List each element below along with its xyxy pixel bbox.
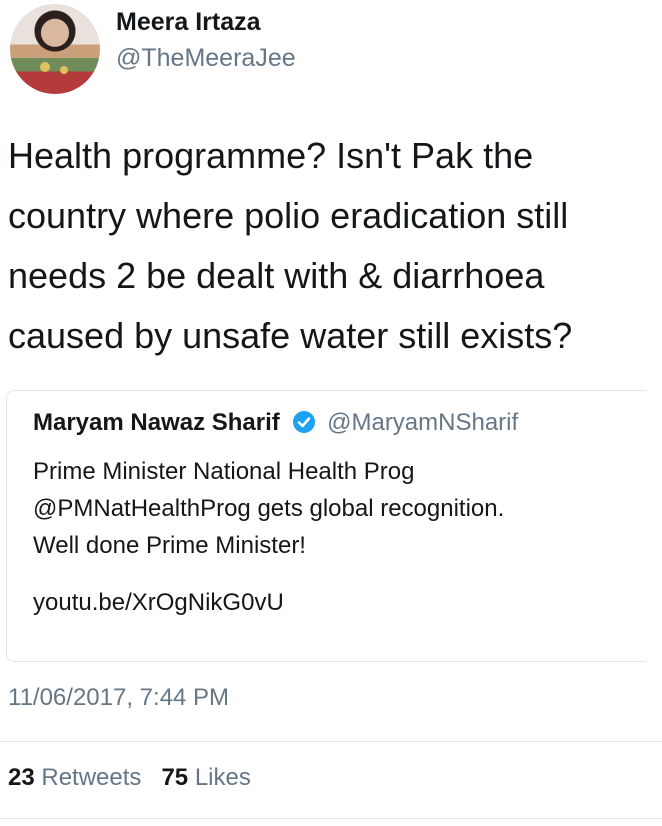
retweets-label: Retweets [41,764,142,791]
divider [0,818,662,819]
quoted-author-name: Maryam Nawaz Sharif [33,409,280,436]
tweet-text: Health programme? Isn't Pak the country … [8,126,648,366]
quoted-tweet-text: Prime Minister National Health Prog @PMN… [33,453,633,564]
tweet-stats: 23 Retweets 75 Likes [8,764,251,792]
avatar-detail [60,66,68,74]
retweets-stat[interactable]: 23 Retweets [8,764,148,791]
likes-count: 75 [161,764,189,791]
retweets-count: 23 [8,764,35,791]
quoted-tweet-header: Maryam Nawaz Sharif @MaryamNSharif [33,409,518,437]
quoted-author-handle: @MaryamNSharif [327,409,519,436]
verified-badge-icon [293,411,316,433]
quoted-tweet-line: Prime Minister National Health Prog [33,458,415,485]
likes-label: Likes [194,764,251,791]
quoted-tweet-link[interactable]: youtu.be/XrOgNikG0vU [33,589,284,617]
divider [0,741,662,742]
tweet-line: country where polio eradication still [8,195,569,236]
quoted-tweet-line: @PMNatHealthProg gets global recognition… [33,495,505,522]
tweet-line: caused by unsafe water still exists? [8,315,573,356]
avatar-detail [40,62,50,72]
tweet-line: Health programme? Isn't Pak the [8,135,534,176]
avatar[interactable] [10,4,100,94]
quoted-tweet-line: Well done Prime Minister! [33,532,306,559]
tweet-timestamp[interactable]: 11/06/2017, 7:44 PM [8,684,229,712]
author-handle[interactable]: @TheMeeraJee [116,44,296,73]
tweet-line: needs 2 be dealt with & diarrhoea [8,255,545,296]
author-name[interactable]: Meera Irtaza [116,8,261,37]
likes-stat[interactable]: 75 Likes [161,764,250,791]
quoted-tweet-card[interactable]: Maryam Nawaz Sharif @MaryamNSharif Prime… [6,390,646,662]
